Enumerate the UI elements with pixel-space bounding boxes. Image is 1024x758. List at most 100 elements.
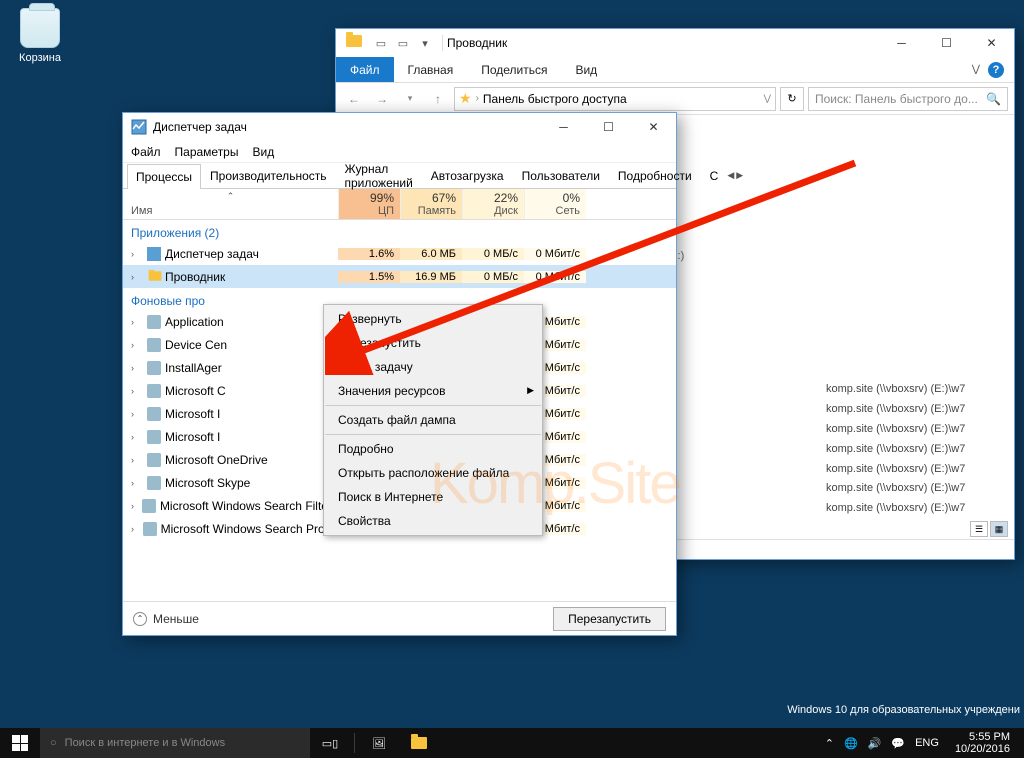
expand-icon[interactable]: › bbox=[131, 478, 143, 488]
view-tab[interactable]: Вид bbox=[561, 57, 611, 82]
tab-processes[interactable]: Процессы bbox=[127, 164, 201, 189]
expand-icon[interactable]: › bbox=[131, 432, 143, 442]
ctx-go-details[interactable]: Подробно bbox=[324, 437, 542, 461]
recent-item[interactable]: komp.site (\\vboxsrv) (E:)\w7 bbox=[826, 380, 965, 400]
expand-icon[interactable]: › bbox=[131, 455, 143, 465]
close-button[interactable]: ✕ bbox=[631, 113, 676, 141]
col-memory[interactable]: 67% Память bbox=[400, 189, 462, 219]
windows-logo-icon bbox=[12, 735, 28, 751]
refresh-button[interactable]: ↻ bbox=[780, 87, 804, 111]
taskbar-app[interactable]: 🖼 bbox=[359, 728, 399, 758]
expand-icon[interactable]: › bbox=[131, 317, 143, 327]
breadcrumb[interactable]: ★ › Панель быстрого доступа ⋁ bbox=[454, 87, 776, 111]
explorer-titlebar[interactable]: ▭ ▭ ▾ Проводник ─ ☐ ✕ bbox=[336, 29, 1014, 57]
details-view-button[interactable]: ☰ bbox=[970, 521, 988, 537]
tab-services[interactable]: С bbox=[701, 163, 728, 188]
notifications-icon[interactable]: 💬 bbox=[891, 737, 905, 750]
recent-item[interactable]: komp.site (\\vboxsrv) (E:)\w7 bbox=[826, 499, 965, 519]
ctx-resource-values[interactable]: Значения ресурсов▶ bbox=[324, 379, 542, 403]
ctx-expand[interactable]: Развернуть bbox=[324, 307, 542, 331]
col-disk[interactable]: 22% Диск bbox=[462, 189, 524, 219]
restart-button[interactable]: Перезапустить bbox=[553, 607, 666, 631]
menu-options[interactable]: Параметры bbox=[175, 145, 239, 159]
maximize-button[interactable]: ☐ bbox=[586, 113, 631, 141]
back-button[interactable]: ← bbox=[342, 87, 366, 111]
taskmgr-footer: ⌃ Меньше Перезапустить bbox=[123, 601, 676, 635]
ctx-properties[interactable]: Свойства bbox=[324, 509, 542, 533]
col-network[interactable]: 0% Сеть bbox=[524, 189, 586, 219]
tab-users[interactable]: Пользователи bbox=[513, 163, 609, 188]
task-view-button[interactable]: ▭▯ bbox=[310, 728, 350, 758]
context-menu: Развернуть Перезапустить Снять задачу Зн… bbox=[323, 304, 543, 536]
menubar: Файл Параметры Вид bbox=[123, 141, 676, 163]
up-button[interactable]: ↑ bbox=[426, 87, 450, 111]
menu-file[interactable]: Файл bbox=[131, 145, 161, 159]
recent-item[interactable]: komp.site (\\vboxsrv) (E:)\w7 bbox=[826, 400, 965, 420]
expand-icon[interactable]: › bbox=[131, 501, 138, 511]
share-tab[interactable]: Поделиться bbox=[467, 57, 561, 82]
ctx-end-task[interactable]: Снять задачу bbox=[324, 355, 542, 379]
maximize-button[interactable]: ☐ bbox=[924, 29, 969, 57]
tray-overflow-icon[interactable]: ⌃ bbox=[825, 737, 834, 750]
ctx-restart[interactable]: Перезапустить bbox=[324, 331, 542, 355]
breadcrumb-dropdown-icon[interactable]: ⋁ bbox=[764, 93, 771, 104]
forward-button[interactable]: → bbox=[370, 87, 394, 111]
explorer-search[interactable]: Поиск: Панель быстрого до... 🔍 bbox=[808, 87, 1008, 111]
cortana-search[interactable]: ○ Поиск в интернете и в Windows bbox=[40, 728, 310, 758]
process-icon bbox=[147, 315, 161, 329]
network-icon[interactable]: 🌐 bbox=[844, 737, 858, 750]
expand-ribbon-icon[interactable]: ⋁ bbox=[972, 64, 980, 75]
language-indicator[interactable]: ENG bbox=[915, 737, 939, 749]
home-tab[interactable]: Главная bbox=[394, 57, 468, 82]
expand-icon[interactable]: › bbox=[131, 386, 143, 396]
col-name[interactable]: ⌃ Имя bbox=[123, 189, 338, 219]
ctx-create-dump[interactable]: Создать файл дампа bbox=[324, 408, 542, 432]
taskmgr-icon bbox=[131, 119, 147, 135]
tab-app-history[interactable]: Журнал приложений bbox=[336, 163, 422, 188]
clock[interactable]: 5:55 PM 10/20/2016 bbox=[949, 731, 1016, 755]
recent-item[interactable]: komp.site (\\vboxsrv) (E:)\w7 bbox=[826, 440, 965, 460]
process-icon bbox=[147, 338, 161, 352]
recent-item[interactable]: komp.site (\\vboxsrv) (E:)\w7 bbox=[826, 420, 965, 440]
minimize-button[interactable]: ─ bbox=[541, 113, 586, 141]
explorer-title: Проводник bbox=[447, 36, 507, 50]
expand-icon[interactable]: › bbox=[131, 272, 143, 282]
taskmgr-titlebar[interactable]: Диспетчер задач ─ ☐ ✕ bbox=[123, 113, 676, 141]
process-row[interactable]: ›Диспетчер задач 1.6% 6.0 МБ 0 МБ/с 0 Мб… bbox=[123, 242, 676, 265]
taskbar-explorer[interactable] bbox=[399, 728, 439, 758]
expand-icon[interactable]: › bbox=[131, 249, 143, 259]
fewer-details-button[interactable]: ⌃ Меньше bbox=[133, 612, 199, 626]
recent-dropdown[interactable]: ▾ bbox=[398, 87, 422, 111]
tab-scroll-left[interactable]: ◀ bbox=[727, 170, 734, 181]
help-icon[interactable]: ? bbox=[988, 62, 1004, 78]
qat-dropdown-icon[interactable]: ▾ bbox=[416, 34, 434, 52]
col-cpu[interactable]: 99% ЦП bbox=[338, 189, 400, 219]
recycle-bin[interactable]: Корзина bbox=[10, 8, 70, 64]
close-button[interactable]: ✕ bbox=[969, 29, 1014, 57]
submenu-arrow-icon: ▶ bbox=[527, 385, 534, 396]
recent-item[interactable]: komp.site (\\vboxsrv) (E:)\w7 bbox=[826, 479, 965, 499]
expand-icon[interactable]: › bbox=[131, 340, 143, 350]
expand-icon[interactable]: › bbox=[131, 409, 143, 419]
process-row[interactable]: ›Проводник 1.5% 16.9 МБ 0 МБ/с 0 Мбит/с bbox=[123, 265, 676, 288]
process-icon bbox=[147, 384, 161, 398]
tab-details[interactable]: Подробности bbox=[609, 163, 701, 188]
start-button[interactable] bbox=[0, 728, 40, 758]
ctx-search-online[interactable]: Поиск в Интернете bbox=[324, 485, 542, 509]
qat-new-folder-icon[interactable]: ▭ bbox=[394, 34, 412, 52]
qat-properties-icon[interactable]: ▭ bbox=[372, 34, 390, 52]
process-icon bbox=[143, 522, 157, 536]
tab-performance[interactable]: Производительность bbox=[201, 163, 335, 188]
windows-edition-watermark: Windows 10 для образовательных учреждени bbox=[787, 704, 1020, 716]
expand-icon[interactable]: › bbox=[131, 363, 143, 373]
volume-icon[interactable]: 🔊 bbox=[868, 737, 882, 750]
icons-view-button[interactable]: ▦ bbox=[990, 521, 1008, 537]
menu-view[interactable]: Вид bbox=[252, 145, 274, 159]
file-tab[interactable]: Файл bbox=[336, 57, 394, 82]
tab-scroll-right[interactable]: ▶ bbox=[736, 170, 743, 181]
ctx-open-location[interactable]: Открыть расположение файла bbox=[324, 461, 542, 485]
recent-item[interactable]: komp.site (\\vboxsrv) (E:)\w7 bbox=[826, 460, 965, 480]
tab-startup[interactable]: Автозагрузка bbox=[422, 163, 513, 188]
minimize-button[interactable]: ─ bbox=[879, 29, 924, 57]
expand-icon[interactable]: › bbox=[131, 524, 139, 534]
